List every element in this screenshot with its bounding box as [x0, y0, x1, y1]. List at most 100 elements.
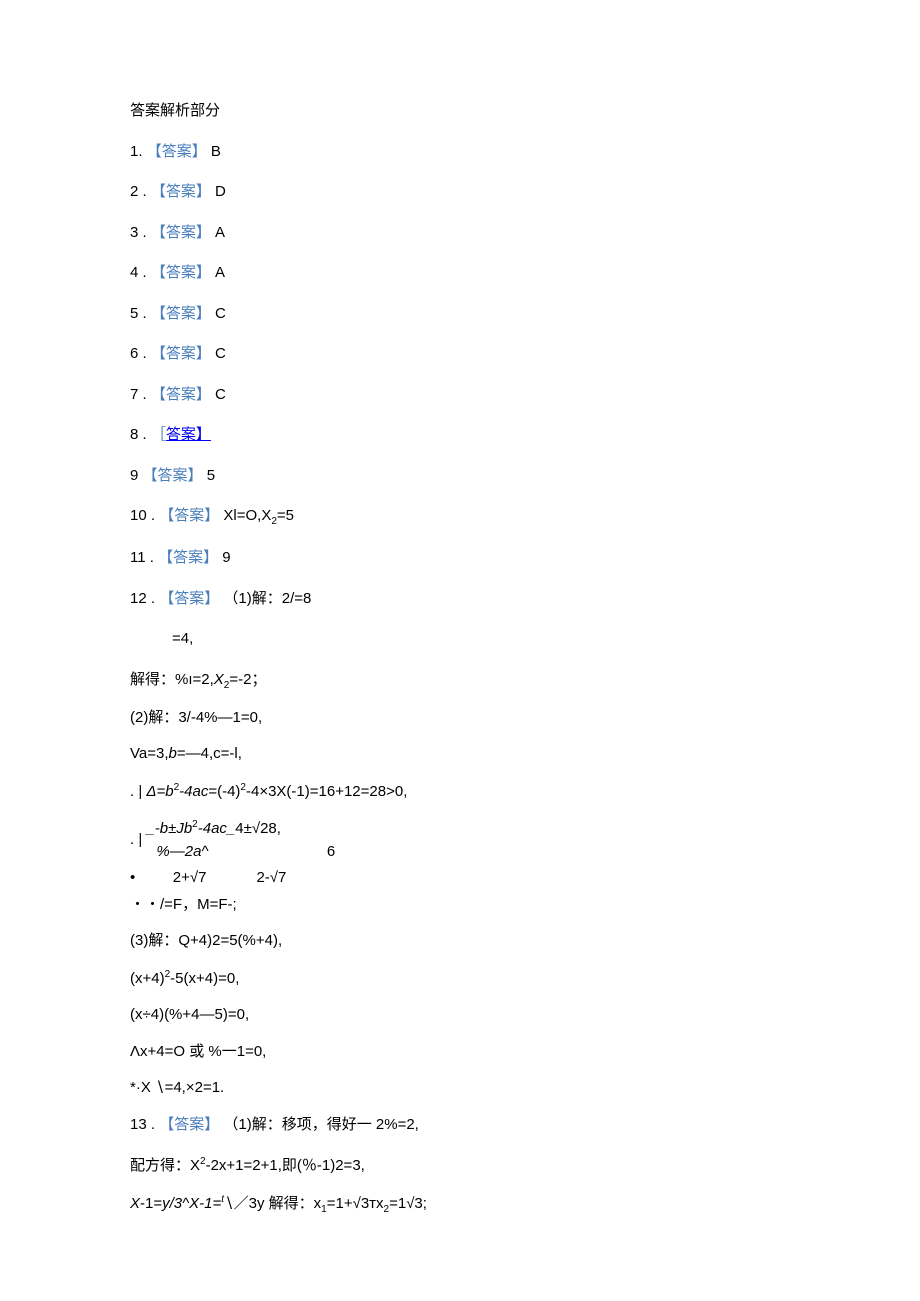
- answer-label: 【答案】: [151, 224, 211, 241]
- answer-value: D: [215, 183, 226, 200]
- answer-number: 10 .: [130, 507, 155, 524]
- text: . |: [130, 783, 142, 800]
- answer-item-7: 7 . 【答案】 C: [130, 384, 790, 407]
- answer-number: 1.: [130, 143, 143, 160]
- text: . |: [130, 831, 142, 848]
- answer-number: 6 .: [130, 345, 147, 362]
- answer-label: 【答案】: [151, 345, 211, 362]
- text: b: [169, 745, 177, 762]
- solution-line: (3)解：Q+4)2=5(%+4),: [130, 930, 790, 953]
- solution-line: =4,: [130, 628, 790, 651]
- text: X: [130, 1195, 140, 1212]
- text: =-2；: [229, 671, 266, 688]
- answer-label: 【答案】: [143, 467, 203, 484]
- answer-label: 【答案】: [151, 386, 211, 403]
- text: =—4,c=-l,: [177, 745, 242, 762]
- solution-line: (x+4)2-5(x+4)=0,: [130, 967, 790, 991]
- text: Δ=b: [146, 783, 173, 800]
- text: 配方得：X: [130, 1157, 200, 1174]
- answer-label: 【答案】: [151, 183, 211, 200]
- text: *·X: [130, 1079, 151, 1096]
- answer-number: 11 .: [130, 549, 154, 566]
- text: ∖／3y: [224, 1195, 264, 1212]
- answer-label-link[interactable]: 答案】: [166, 426, 211, 443]
- solution-line: Va=3,b=—4,c=-l,: [130, 743, 790, 766]
- answer-number: 4 .: [130, 264, 147, 281]
- answer-number: 13 .: [130, 1116, 155, 1133]
- text: y/3^X-1=: [162, 1195, 221, 1212]
- answer-number: 5 .: [130, 305, 147, 322]
- answer-item-9: 9 【答案】 5: [130, 465, 790, 488]
- text: _-b±Jb: [146, 820, 192, 837]
- answer-label: 【答案】: [158, 549, 218, 566]
- answer-value: C: [215, 386, 226, 403]
- text: -4×3X(-1)=16+12=28>0,: [246, 783, 407, 800]
- answer-value: C: [215, 345, 226, 362]
- text: =(-4): [208, 783, 240, 800]
- answer-item-5: 5 . 【答案】 C: [130, 303, 790, 326]
- answer-item-11: 11 . 【答案】 9: [130, 547, 790, 570]
- answer-number: 3 .: [130, 224, 147, 241]
- answer-item-3: 3 . 【答案】 A: [130, 222, 790, 245]
- answer-item-10: 10 . 【答案】 Xl=O,X2=5: [130, 505, 790, 529]
- text: -1=: [140, 1195, 162, 1212]
- answer-label: 【答案】: [159, 507, 219, 524]
- solution-line: 配方得：X2-2x+1=2+1,即(％-1)2=3,: [130, 1154, 790, 1178]
- answer-number: 2 .: [130, 183, 147, 200]
- text: -5(x+4)=0,: [170, 970, 239, 987]
- solution-fraction: . | _-b±Jb2-4ac_4±√28, %—2a^ 6: [130, 817, 790, 863]
- solution-line: Λx+4=O 或 %一1=0,: [130, 1041, 790, 1064]
- answer-label: 【答案】: [151, 305, 211, 322]
- text: Xl=O,X: [223, 507, 271, 524]
- solution-line: ・・/=F，M=F-;: [130, 894, 790, 917]
- text: 6: [327, 843, 335, 860]
- answer-value: 5: [207, 467, 215, 484]
- answer-item-13: 13 . 【答案】 （1)解：移项，得好一 2%=2,: [130, 1114, 790, 1137]
- answer-item-8: 8 . ［答案】: [130, 424, 790, 447]
- solution-line: . | Δ=b2-4ac=(-4)2-4×3X(-1)=16+12=28>0,: [130, 780, 790, 804]
- text: -2x+1=2+1,即(％-1)2=3,: [206, 1157, 365, 1174]
- answer-label: 【答案】: [159, 1116, 219, 1133]
- answer-label: 【答案】: [151, 264, 211, 281]
- solution-line: (x÷4)(%+4—5)=0,: [130, 1004, 790, 1027]
- answer-item-2: 2 . 【答案】 D: [130, 181, 790, 204]
- text: 解得：x: [269, 1195, 322, 1212]
- solution-line: (2)解：3/-4%—1=0,: [130, 707, 790, 730]
- answer-value: C: [215, 305, 226, 322]
- answer-value: Xl=O,X2=5: [223, 507, 294, 524]
- answer-value: （1)解：2/=8: [223, 590, 311, 607]
- solution-line: *·X ∖=4,×2=1.: [130, 1077, 790, 1100]
- text: -4ac: [179, 783, 208, 800]
- text: 解得：%ı=2,: [130, 671, 214, 688]
- text: =1+√3тx: [327, 1195, 384, 1212]
- text: (x+4): [130, 970, 165, 987]
- answer-value: B: [211, 143, 221, 160]
- text: -4ac_: [198, 820, 236, 837]
- section-heading: 答案解析部分: [130, 100, 790, 123]
- solution-line: • 2+√7 2-√7: [130, 867, 790, 890]
- answer-number: 8 .: [130, 426, 151, 443]
- solution-line: X-1=y/3^X-1=t∖／3y 解得：x1=1+√3тx2=1√3;: [130, 1192, 790, 1217]
- document-page: 答案解析部分 1. 【答案】 B 2 . 【答案】 D 3 . 【答案】 A 4…: [0, 0, 920, 1301]
- answer-label: 【答案】: [159, 590, 219, 607]
- answer-value: A: [215, 224, 225, 241]
- answer-label-open: ［: [151, 426, 166, 443]
- answer-label: 【答案】: [147, 143, 207, 160]
- answer-item-12: 12 . 【答案】 （1)解：2/=8: [130, 588, 790, 611]
- answer-number: 7 .: [130, 386, 147, 403]
- answer-value: （1)解：移项，得好一 2%=2,: [223, 1116, 418, 1133]
- answer-item-4: 4 . 【答案】 A: [130, 262, 790, 285]
- text: =5: [277, 507, 294, 524]
- answer-number: 12 .: [130, 590, 155, 607]
- solution-line: 解得：%ı=2,X2=-2；: [130, 669, 790, 693]
- text: X: [214, 671, 224, 688]
- answer-value: A: [215, 264, 225, 281]
- text: ∖=4,×2=1.: [155, 1079, 224, 1096]
- text: =1√3;: [389, 1195, 427, 1212]
- text: Va=3,: [130, 745, 169, 762]
- text: %—2a^: [156, 843, 208, 860]
- answer-number: 9: [130, 467, 138, 484]
- answer-item-6: 6 . 【答案】 C: [130, 343, 790, 366]
- answer-value: 9: [222, 549, 230, 566]
- text: 4±√28: [235, 820, 277, 837]
